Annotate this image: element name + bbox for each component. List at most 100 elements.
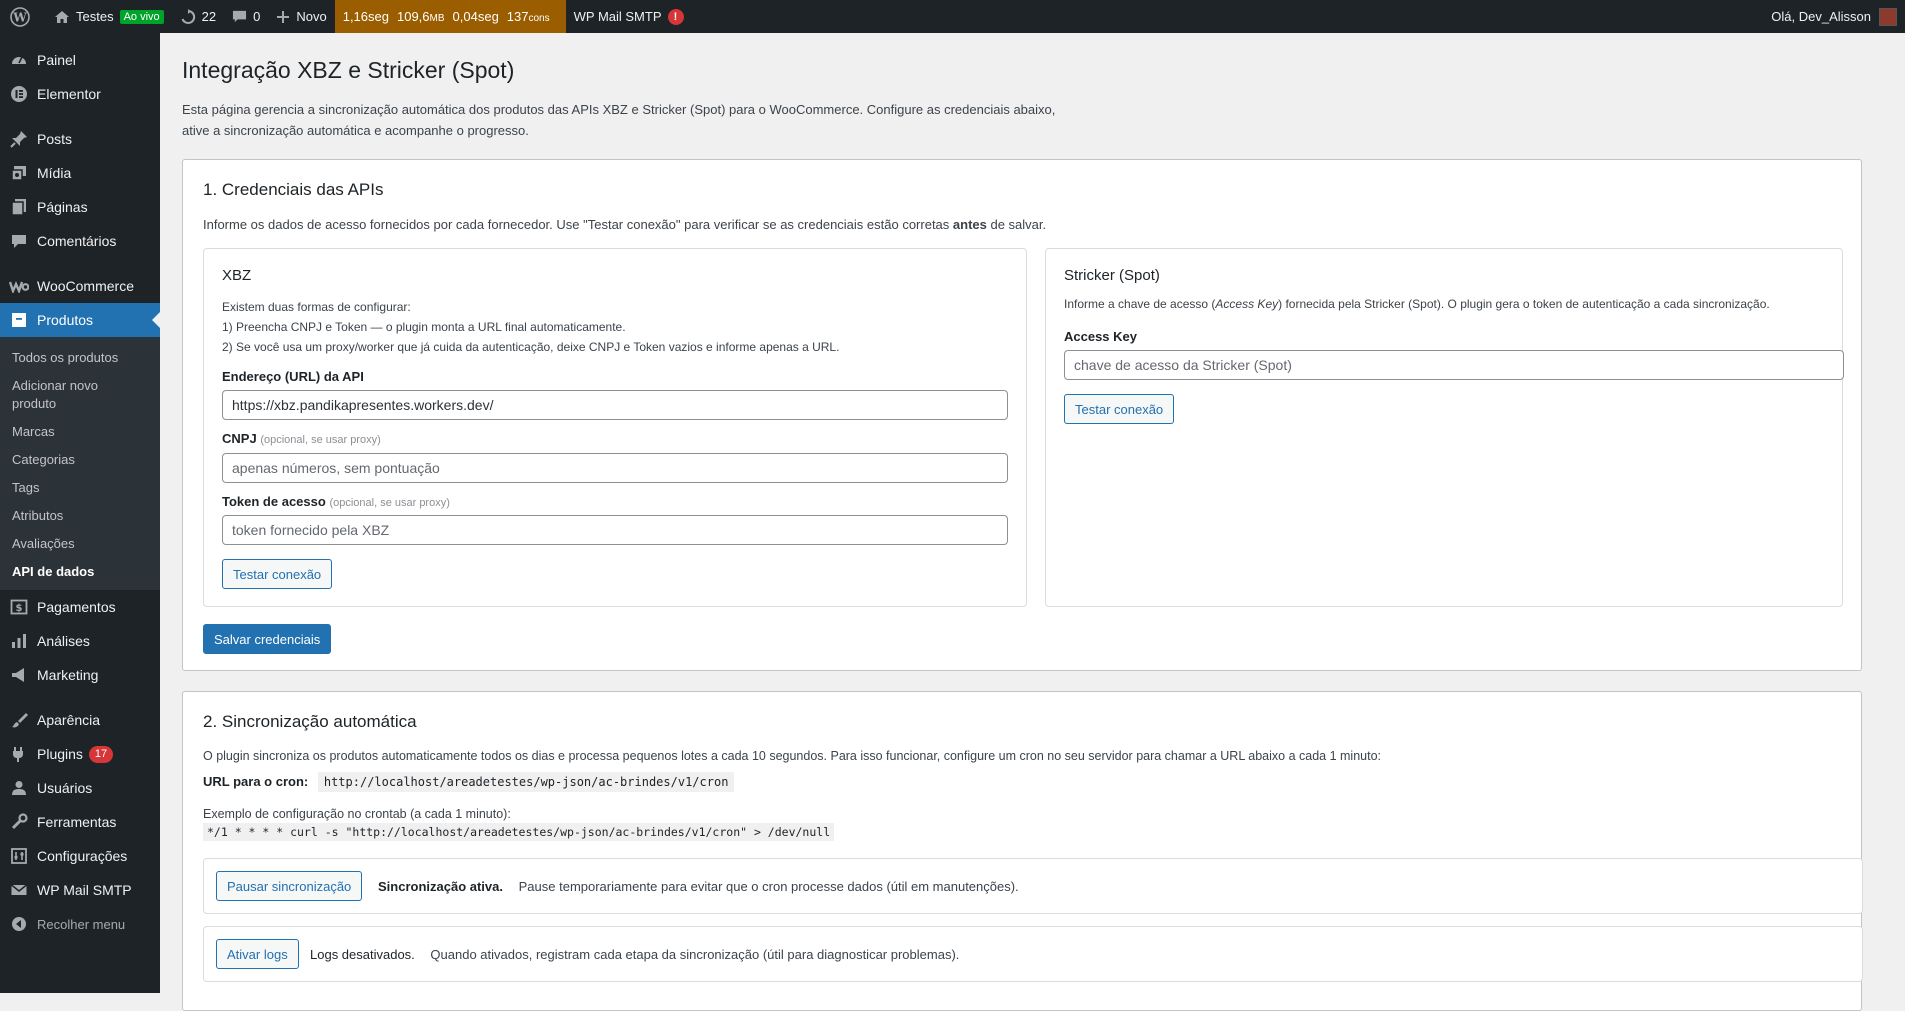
new-label: Novo bbox=[296, 9, 327, 24]
stricker-access-key-input[interactable]: chave de acesso da Stricker (Spot) bbox=[1064, 350, 1844, 380]
sync-card: 2. Sincronização automática O plugin sin… bbox=[182, 691, 1863, 1011]
sync-status: Sincronização ativa. bbox=[378, 879, 503, 894]
menu-painel[interactable]: Painel bbox=[0, 43, 160, 77]
collapse-menu-button[interactable]: Recolher menu bbox=[0, 907, 160, 941]
crontab-label: Exemplo de configuração no crontab (a ca… bbox=[203, 807, 511, 821]
logs-control-panel: Ativar logs Logs desativados. Quando ati… bbox=[203, 926, 1863, 982]
submenu-atributos[interactable]: Atributos bbox=[0, 502, 160, 530]
admin-bar: W Testes Ao vivo 22 0 Novo 1,16seg 109,6… bbox=[0, 0, 1905, 33]
woocommerce-icon bbox=[9, 276, 29, 296]
comments-link[interactable]: 0 bbox=[224, 0, 268, 33]
perf-queries: 137cons bbox=[506, 9, 550, 24]
menu-aparencia[interactable]: Aparência bbox=[0, 703, 160, 737]
mail-icon bbox=[9, 880, 29, 900]
site-name-link[interactable]: Testes Ao vivo bbox=[46, 0, 172, 33]
menu-wp-mail-smtp[interactable]: WP Mail SMTP bbox=[0, 873, 160, 907]
xbz-cnpj-label: CNPJ (opcional, se usar proxy) bbox=[222, 431, 381, 446]
pin-icon bbox=[9, 129, 29, 149]
xbz-url-label: Endereço (URL) da API bbox=[222, 369, 364, 384]
page-intro: Esta página gerencia a sincronização aut… bbox=[182, 102, 1056, 138]
live-badge: Ao vivo bbox=[119, 9, 164, 24]
sync-control-panel: Pausar sincronização Sincronização ativa… bbox=[203, 858, 1863, 914]
perf-memory: 109,6MB bbox=[396, 9, 445, 24]
submenu-tags[interactable]: Tags bbox=[0, 474, 160, 502]
xbz-title: XBZ bbox=[222, 267, 252, 284]
wp-mail-smtp-link[interactable]: WP Mail SMTP ! bbox=[566, 0, 692, 33]
stricker-title: Stricker (Spot) bbox=[1064, 267, 1160, 284]
perf-time: 1,16seg bbox=[342, 9, 389, 24]
media-icon bbox=[9, 163, 29, 183]
greeting: Olá, Dev_Alisson bbox=[1771, 9, 1871, 24]
site-name: Testes bbox=[76, 9, 114, 24]
menu-produtos[interactable]: Produtos bbox=[0, 303, 160, 337]
menu-plugins[interactable]: Plugins 17 bbox=[0, 737, 160, 771]
xbz-test-connection-button[interactable]: Testar conexão bbox=[222, 559, 333, 589]
alert-icon: ! bbox=[667, 8, 684, 25]
comments-icon bbox=[9, 231, 29, 251]
sync-description: O plugin sincroniza os produtos automati… bbox=[203, 749, 1382, 763]
pause-sync-button[interactable]: Pausar sincronização bbox=[216, 871, 363, 901]
pages-icon bbox=[9, 197, 29, 217]
menu-paginas[interactable]: Páginas bbox=[0, 190, 160, 224]
xbz-panel: XBZ Existem duas formas de configurar: 1… bbox=[203, 248, 1027, 607]
submenu-categorias[interactable]: Categorias bbox=[0, 446, 160, 474]
query-monitor-stats[interactable]: 1,16seg 109,6MB 0,04seg 137cons bbox=[334, 0, 566, 33]
credentials-heading: 1. Credenciais das APIs bbox=[203, 180, 384, 199]
submenu-adicionar-produto[interactable]: Adicionar novo produto bbox=[0, 372, 124, 418]
stricker-test-connection-button[interactable]: Testar conexão bbox=[1064, 394, 1175, 424]
updates-link[interactable]: 22 bbox=[172, 0, 224, 33]
menu-posts[interactable]: Posts bbox=[0, 122, 160, 156]
menu-marketing[interactable]: Marketing bbox=[0, 658, 160, 692]
comment-icon bbox=[233, 10, 247, 23]
menu-configuracoes[interactable]: Configurações bbox=[0, 839, 160, 873]
submenu-avaliacoes[interactable]: Avaliações bbox=[0, 530, 160, 558]
submenu-marcas[interactable]: Marcas bbox=[0, 418, 160, 446]
stricker-key-label: Access Key bbox=[1064, 329, 1137, 344]
enable-logs-button[interactable]: Ativar logs bbox=[216, 939, 299, 969]
save-credentials-button[interactable]: Salvar credenciais bbox=[203, 624, 332, 654]
submenu-api-de-dados[interactable]: API de dados bbox=[0, 558, 160, 586]
menu-pagamentos[interactable]: $ Pagamentos bbox=[0, 590, 160, 624]
products-icon bbox=[9, 310, 29, 330]
comments-count: 0 bbox=[253, 9, 261, 24]
main-content: Integração XBZ e Stricker (Spot) Esta pá… bbox=[182, 33, 1882, 1011]
avatar bbox=[1879, 7, 1897, 26]
users-icon bbox=[9, 778, 29, 798]
elementor-icon bbox=[9, 84, 29, 104]
menu-comentarios[interactable]: Comentários bbox=[0, 224, 160, 258]
account-menu[interactable]: Olá, Dev_Alisson bbox=[1763, 0, 1905, 33]
xbz-token-input[interactable]: token fornecido pela XBZ bbox=[222, 515, 1008, 545]
plugins-update-badge: 17 bbox=[88, 745, 114, 763]
perf-query-time: 0,04seg bbox=[452, 9, 499, 24]
logs-note: Quando ativados, registram cada etapa da… bbox=[430, 947, 960, 962]
menu-woocommerce[interactable]: WooCommerce bbox=[0, 269, 160, 303]
menu-analises[interactable]: Análises bbox=[0, 624, 160, 658]
xbz-token-label: Token de acesso (opcional, se usar proxy… bbox=[222, 494, 450, 509]
menu-ferramentas[interactable]: Ferramentas bbox=[0, 805, 160, 839]
sync-status-row: Sincronização ativa. Pause temporariamen… bbox=[378, 879, 1019, 894]
cron-url-label: URL para o cron: bbox=[203, 774, 309, 789]
collapse-icon bbox=[9, 914, 29, 934]
xbz-help: Existem duas formas de configurar: 1) Pr… bbox=[222, 300, 840, 354]
wordpress-logo-icon[interactable]: W bbox=[0, 0, 46, 33]
xbz-url-input[interactable]: https://xbz.pandikapresentes.workers.dev… bbox=[222, 390, 1008, 420]
payments-icon: $ bbox=[9, 597, 29, 617]
menu-usuarios[interactable]: Usuários bbox=[0, 771, 160, 805]
stricker-panel: Stricker (Spot) Informe a chave de acess… bbox=[1045, 248, 1844, 607]
menu-midia[interactable]: Mídia bbox=[0, 156, 160, 190]
dashboard-icon bbox=[9, 50, 29, 70]
appearance-icon bbox=[9, 710, 29, 730]
stricker-description: Informe a chave de acesso (Access Key) f… bbox=[1064, 297, 1770, 311]
credentials-description: Informe os dados de acesso fornecidos po… bbox=[203, 217, 1047, 232]
submenu-todos-produtos[interactable]: Todos os produtos bbox=[0, 344, 160, 372]
cron-url: http://localhost/areadetestes/wp-json/ac… bbox=[317, 772, 735, 792]
sync-heading: 2. Sincronização automática bbox=[203, 712, 417, 731]
sync-note: Pause temporariamente para evitar que o … bbox=[518, 879, 1019, 894]
plugins-icon bbox=[9, 744, 29, 764]
new-content-link[interactable]: Novo bbox=[268, 0, 334, 33]
xbz-cnpj-input[interactable]: apenas números, sem pontuação bbox=[222, 453, 1008, 483]
home-icon bbox=[55, 10, 69, 23]
menu-elementor[interactable]: Elementor bbox=[0, 77, 160, 111]
updates-icon bbox=[181, 8, 195, 24]
logs-status-row: Logs desativados. Quando ativados, regis… bbox=[310, 947, 959, 962]
